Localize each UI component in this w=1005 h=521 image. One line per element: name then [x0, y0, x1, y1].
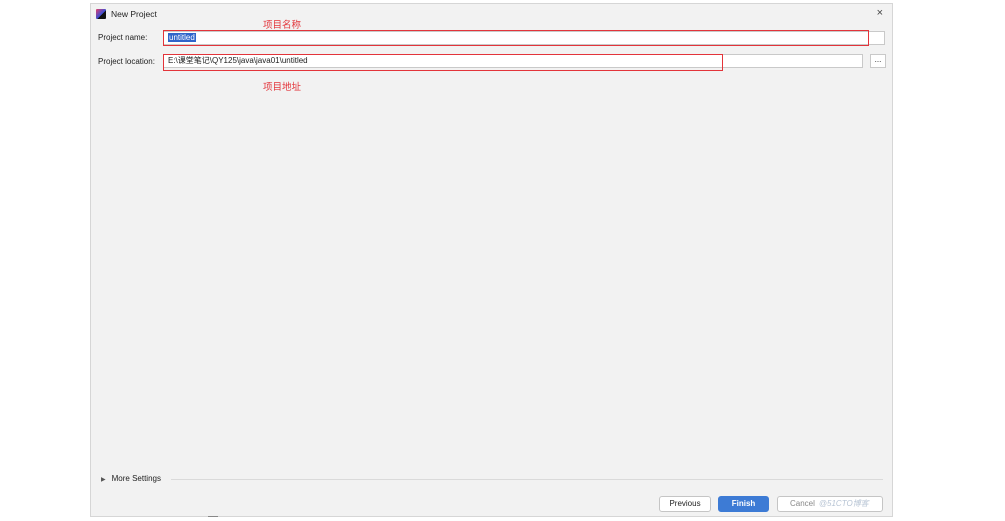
project-name-label: Project name: — [98, 33, 148, 42]
more-settings-divider — [171, 479, 883, 480]
cancel-label: Cancel — [790, 499, 815, 508]
project-location-label: Project location: — [98, 57, 155, 66]
title-bar: New Project × — [91, 4, 892, 24]
browse-button[interactable]: ... — [870, 54, 886, 68]
project-location-annotation: 项目地址 — [263, 82, 302, 93]
new-project-dialog: New Project × Project name: untitled 项目名… — [90, 3, 893, 517]
bottom-dash — [208, 516, 218, 517]
close-icon[interactable]: × — [877, 7, 883, 19]
watermark: @51CTO博客 — [818, 499, 869, 508]
name-highlight-box — [163, 30, 869, 46]
more-settings-label: More Settings — [111, 474, 161, 483]
project-name-annotation: 项目名称 — [263, 20, 302, 31]
more-settings-toggle[interactable]: ▶ More Settings — [101, 474, 161, 483]
previous-button[interactable]: Previous — [659, 496, 711, 512]
chevron-right-icon: ▶ — [101, 477, 106, 483]
cancel-button[interactable]: Cancel @51CTO博客 — [777, 496, 883, 512]
intellij-app-icon — [96, 9, 106, 19]
window-title: New Project — [111, 9, 157, 19]
location-highlight-box — [163, 54, 723, 71]
finish-button[interactable]: Finish — [718, 496, 769, 512]
